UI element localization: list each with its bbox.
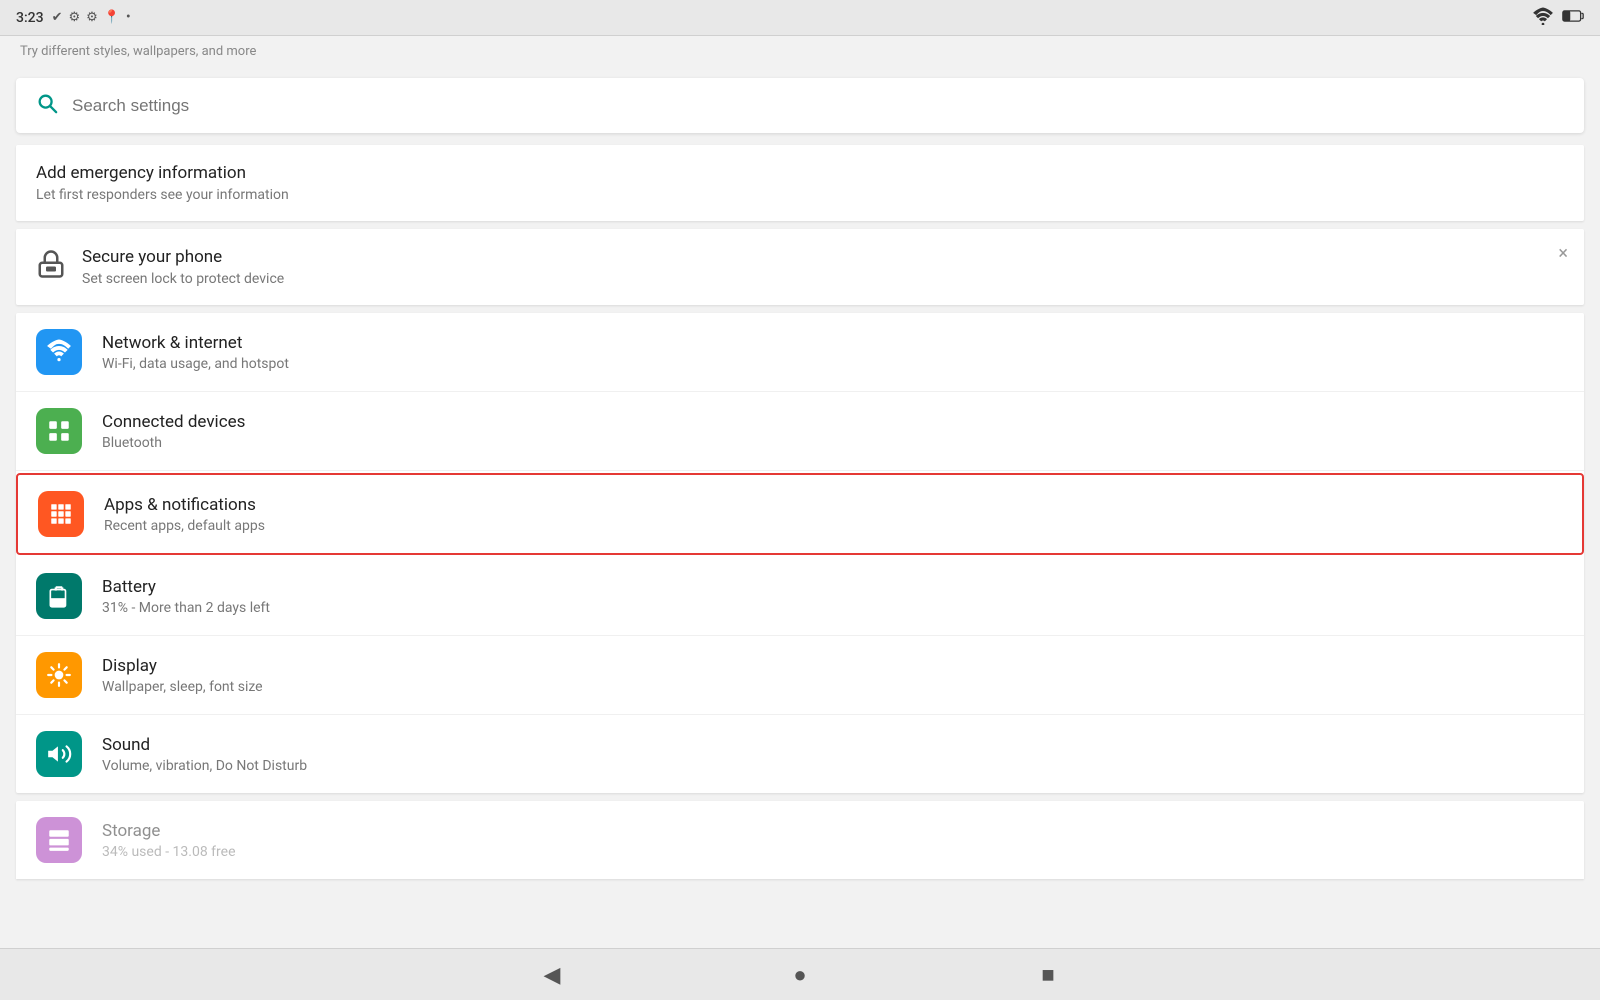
storage-icon xyxy=(36,817,82,863)
search-input[interactable] xyxy=(72,96,1564,116)
close-button[interactable]: × xyxy=(1558,243,1568,264)
recent-button[interactable]: ■ xyxy=(1024,951,1072,999)
secure-title: Secure your phone xyxy=(82,247,284,267)
battery-title: Battery xyxy=(102,577,1564,597)
home-button[interactable]: ● xyxy=(776,951,824,999)
location-icon: 📍 xyxy=(104,10,120,25)
status-icons: ✔ ⚙ ⚙ 📍 • xyxy=(52,10,131,25)
secure-subtitle: Set screen lock to protect device xyxy=(82,271,284,287)
storage-subtitle: 34% used - 13.08 free xyxy=(102,844,236,860)
top-partial-text: Try different styles, wallpapers, and mo… xyxy=(0,36,1600,66)
apps-icon xyxy=(38,491,84,537)
settings-item-sound[interactable]: Sound Volume, vibration, Do Not Disturb xyxy=(16,715,1584,793)
apps-text: Apps & notifications Recent apps, defaul… xyxy=(104,495,1562,534)
connected-subtitle: Bluetooth xyxy=(102,435,1564,451)
apps-subtitle: Recent apps, default apps xyxy=(104,518,1562,534)
network-icon xyxy=(36,329,82,375)
emergency-subtitle: Let first responders see your informatio… xyxy=(36,187,1564,203)
storage-title: Storage xyxy=(102,821,236,841)
back-button[interactable]: ◀ xyxy=(528,951,576,999)
connected-text: Connected devices Bluetooth xyxy=(102,412,1564,451)
display-title: Display xyxy=(102,656,1564,676)
display-text: Display Wallpaper, sleep, font size xyxy=(102,656,1564,695)
secure-text: Secure your phone Set screen lock to pro… xyxy=(82,247,284,287)
network-text: Network & internet Wi-Fi, data usage, an… xyxy=(102,333,1564,372)
time-display: 3:23 xyxy=(16,10,44,26)
display-icon xyxy=(36,652,82,698)
display-subtitle: Wallpaper, sleep, font size xyxy=(102,679,1564,695)
settings-item-apps[interactable]: Apps & notifications Recent apps, defaul… xyxy=(16,473,1584,555)
connected-icon xyxy=(36,408,82,454)
apps-title: Apps & notifications xyxy=(104,495,1562,515)
settings-item-display[interactable]: Display Wallpaper, sleep, font size xyxy=(16,636,1584,715)
settings-item-storage[interactable]: Storage 34% used - 13.08 free xyxy=(16,801,1584,879)
bottom-nav: ◀ ● ■ xyxy=(0,948,1600,1000)
settings-list: Network & internet Wi-Fi, data usage, an… xyxy=(16,313,1584,793)
sound-title: Sound xyxy=(102,735,1564,755)
settings-item-connected[interactable]: Connected devices Bluetooth xyxy=(16,392,1584,471)
sound-icon xyxy=(36,731,82,777)
sound-text: Sound Volume, vibration, Do Not Disturb xyxy=(102,735,1564,774)
sound-subtitle: Volume, vibration, Do Not Disturb xyxy=(102,758,1564,774)
network-subtitle: Wi-Fi, data usage, and hotspot xyxy=(102,356,1564,372)
dot-icon: • xyxy=(126,10,131,25)
wifi-status-icon xyxy=(1532,7,1554,29)
settings-item-battery[interactable]: Battery 31% - More than 2 days left xyxy=(16,557,1584,636)
check-icon: ✔ xyxy=(52,10,63,25)
search-icon xyxy=(36,92,58,119)
network-title: Network & internet xyxy=(102,333,1564,353)
sync-icon: ⚙ xyxy=(68,10,80,25)
storage-text: Storage 34% used - 13.08 free xyxy=(102,821,236,860)
secure-phone-card[interactable]: Secure your phone Set screen lock to pro… xyxy=(16,229,1584,305)
connected-title: Connected devices xyxy=(102,412,1564,432)
layers-icon: ⚙ xyxy=(86,10,98,25)
status-bar: 3:23 ✔ ⚙ ⚙ 📍 • xyxy=(0,0,1600,36)
battery-text: Battery 31% - More than 2 days left xyxy=(102,577,1564,616)
main-content: Add emergency information Let first resp… xyxy=(0,66,1600,978)
status-left: 3:23 ✔ ⚙ ⚙ 📍 • xyxy=(16,10,131,26)
emergency-title: Add emergency information xyxy=(36,163,1564,183)
battery-subtitle: 31% - More than 2 days left xyxy=(102,600,1564,616)
status-right xyxy=(1532,7,1584,29)
battery-icon xyxy=(36,573,82,619)
emergency-card[interactable]: Add emergency information Let first resp… xyxy=(16,145,1584,221)
battery-status-icon xyxy=(1562,9,1584,27)
settings-item-network[interactable]: Network & internet Wi-Fi, data usage, an… xyxy=(16,313,1584,392)
lock-icon xyxy=(36,249,66,285)
search-bar[interactable] xyxy=(16,78,1584,133)
